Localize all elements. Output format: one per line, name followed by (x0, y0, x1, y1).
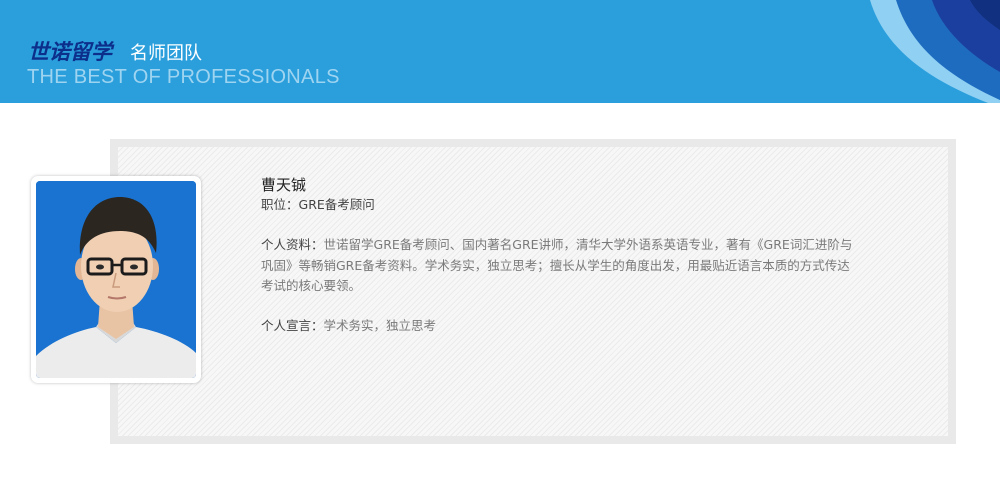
position-label: 职位： (261, 197, 299, 212)
position-line: 职位：GRE备考顾问 (261, 195, 375, 215)
profile-line-1: 个人资料：世诺留学GRE备考顾问、国内著名GRE讲师，清华大学外语系英语专业，著… (261, 235, 852, 255)
teacher-photo-frame (31, 176, 201, 383)
motto-label: 个人宣言： (261, 318, 324, 333)
ribbon-decoration-icon (870, 0, 1000, 103)
profile-card-background (118, 147, 948, 436)
profile-card (110, 139, 956, 444)
header-banner: 世诺留学 名师团队 THE BEST OF PROFESSIONALS (0, 0, 1000, 103)
profile-text-1: 世诺留学GRE备考顾问、国内著名GRE讲师，清华大学外语系英语专业，著有《GRE… (323, 237, 853, 252)
profile-label: 个人资料： (261, 237, 324, 252)
teacher-name: 曹天铖 (261, 176, 307, 194)
section-title: 名师团队 (130, 43, 202, 64)
position-value: GRE备考顾问 (298, 197, 375, 212)
portrait-photo-icon (36, 181, 196, 378)
motto-value: 学术务实，独立思考 (323, 318, 437, 333)
profile-line-2: 巩固》等畅销GRE备考资料。学术务实，独立思考；擅长从学生的角度出发，用最贴近语… (261, 256, 850, 276)
section-subtitle: THE BEST OF PROFESSIONALS (27, 66, 340, 88)
teacher-photo (36, 181, 196, 378)
profile-text-3: 考试的核心要领。 (261, 278, 362, 293)
profile-text-2: 巩固》等畅销GRE备考资料。学术务实，独立思考；擅长从学生的角度出发，用最贴近语… (261, 258, 850, 273)
profile-line-3: 考试的核心要领。 (261, 276, 361, 296)
brand-row: 世诺留学 名师团队 (28, 36, 202, 66)
brand-logo-text[interactable]: 世诺留学 (28, 36, 112, 66)
motto-line: 个人宣言：学术务实，独立思考 (261, 316, 436, 336)
